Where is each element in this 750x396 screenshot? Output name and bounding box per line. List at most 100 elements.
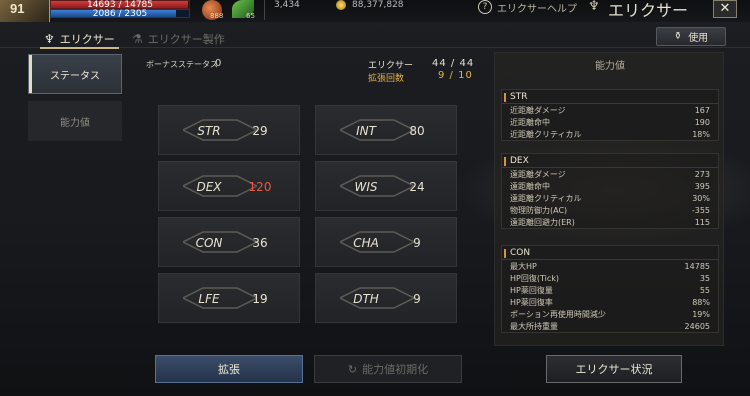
use-button[interactable]: ⚱ 使用 (656, 27, 726, 46)
stat-tile-con[interactable]: CON 36 (158, 217, 300, 267)
ability-label: 近距離命中 (510, 118, 550, 127)
ability-label: 近距離クリティカル (510, 130, 582, 139)
currency-amount: 88,377,828 (352, 0, 404, 10)
sidebar: ステータス 能力値 (28, 54, 122, 142)
sidebar-item-status[interactable]: ステータス (28, 54, 122, 94)
use-button-label: 使用 (688, 33, 709, 44)
ability-label: ポーション再使用時間減少 (510, 310, 606, 319)
mp-text: 2086 / 2305 (92, 9, 148, 19)
stat-name: DTH (353, 292, 379, 306)
stat-name: CHA (353, 236, 379, 250)
stat-value: 19 (252, 292, 268, 306)
status-button-label: エリクサー状況 (575, 363, 653, 376)
expand-button-label: 拡張 (218, 363, 240, 376)
bonus-status-value: 0 (215, 58, 222, 69)
ability-value: 395 (694, 182, 710, 191)
ability-value: -355 (691, 206, 710, 215)
ability-label: HP薬回復量 (510, 286, 553, 295)
tab-elixir-label: エリクサー (59, 33, 115, 46)
stat-value: 24 (409, 180, 425, 194)
expand-button[interactable]: 拡張 (155, 355, 303, 383)
elixir-status-button[interactable]: エリクサー状況 (546, 355, 682, 383)
ability-value: 190 (694, 118, 710, 127)
stat-value: 9 (413, 292, 421, 306)
header-divider (264, 0, 265, 20)
stat-tile-dth[interactable]: DTH 9 (315, 273, 457, 323)
ability-row: 遠距離ダメージ 273 (502, 169, 718, 180)
ability-row: 遠距離命中 395 (502, 181, 718, 192)
stat-name: WIS (354, 180, 378, 194)
ability-value: 273 (694, 170, 710, 179)
ability-value: 167 (694, 106, 710, 115)
tab-elixir-craft-label: エリクサー製作 (147, 33, 225, 46)
sidebar-item-label: 能力値 (60, 117, 90, 129)
stat-tile-wis[interactable]: WIS 24 (315, 161, 457, 211)
refresh-icon: ↻ (347, 362, 358, 376)
character-level: 91 (10, 1, 25, 16)
stat-tile-str[interactable]: STR 29 (158, 105, 300, 155)
expand-count-value: 9 / 10 (438, 70, 473, 81)
tab-elixir[interactable]: ♆ エリクサー (40, 30, 119, 49)
ability-group-con: CON 最大HP 14785 HP回復(Tick) 35 HP薬回復量 55 HP薬回… (501, 245, 719, 333)
ability-row: HP薬回復量 55 (502, 285, 718, 296)
ability-row: HP回復(Tick) 35 (502, 273, 718, 284)
ability-value: 55 (699, 286, 710, 295)
potion-count: 888 (210, 12, 224, 20)
ability-panel: 能力値 STR 近距離ダメージ 167 近距離命中 190 近距離クリティカル 18%… (494, 52, 724, 346)
ability-value: 35 (699, 274, 710, 283)
ability-value: 24605 (684, 322, 710, 331)
ability-label: 物理防御力(AC) (510, 206, 568, 215)
elixir-count-label: エリクサー (368, 61, 414, 71)
elixir-emblem-icon: ♆ (588, 0, 600, 14)
stat-name: CON (195, 236, 223, 250)
stat-value: 9 (413, 236, 421, 250)
stat-tile-lfe[interactable]: LFE 19 (158, 273, 300, 323)
ability-label: 遠距離クリティカル (510, 194, 582, 203)
ability-label: HP回復(Tick) (510, 274, 559, 283)
ability-group-heading: DEX (502, 154, 718, 168)
ability-value: 18% (692, 130, 710, 139)
question-circle-icon[interactable]: ? (478, 0, 492, 14)
ability-group-str: STR 近距離ダメージ 167 近距離命中 190 近距離クリティカル 18% (501, 89, 719, 141)
stat-name: STR (197, 124, 221, 138)
sidebar-item-label: ステータス (50, 70, 100, 82)
coin-icon (336, 0, 346, 10)
expand-count-label: 拡張回数 (368, 74, 405, 84)
stat-tile-int[interactable]: INT 80 (315, 105, 457, 155)
ability-label: 遠距離命中 (510, 182, 550, 191)
ability-group-dex: DEX 遠距離ダメージ 273 遠距離命中 395 遠距離クリティカル 30% 物理防… (501, 153, 719, 229)
ability-row: ポーション再使用時間減少 19% (502, 309, 718, 320)
ability-panel-title: 能力値 (595, 61, 625, 72)
ability-value: 30% (692, 194, 710, 203)
stat-value: 29 (252, 124, 268, 138)
ability-row: 最大所持重量 24605 (502, 321, 718, 332)
ability-row: 近距離クリティカル 18% (502, 129, 718, 140)
reset-button-label: 能力値初期化 (362, 363, 429, 376)
ability-value: 14785 (684, 262, 710, 271)
avatar[interactable]: 91 (0, 0, 50, 22)
ability-row: 遠距離クリティカル 30% (502, 193, 718, 204)
stat-tile-dex[interactable]: DEX 120 (158, 161, 300, 211)
ability-label: 最大HP (510, 262, 537, 271)
close-button[interactable]: ✕ (713, 0, 737, 18)
hp-bar: 14693 / 14785 (50, 0, 190, 10)
ability-group-heading: STR (502, 90, 718, 104)
reset-abilities-button[interactable]: ↻ 能力値初期化 (314, 355, 462, 383)
bonus-status-label: ボーナスステータス (146, 60, 218, 69)
help-link[interactable]: エリクサーヘルプ (497, 0, 577, 15)
elixir-use-icon: ⚱ (673, 31, 683, 42)
ability-row: HP薬回復率 88% (502, 297, 718, 308)
stat-value: 120 (248, 180, 272, 194)
screen-title: エリクサー (608, 1, 689, 20)
stat-tile-cha[interactable]: CHA 9 (315, 217, 457, 267)
sidebar-item-abilities[interactable]: 能力値 (28, 101, 122, 141)
stat-value: 36 (252, 236, 268, 250)
ability-row: 最大HP 14785 (502, 261, 718, 272)
tab-row: ♆ エリクサー ⚗ エリクサー製作 (0, 24, 750, 49)
ability-row: 近距離ダメージ 167 (502, 105, 718, 116)
ability-value: 88% (692, 298, 710, 307)
ability-row: 遠距離回避力(ER) 115 (502, 217, 718, 228)
tab-elixir-craft[interactable]: ⚗ エリクサー製作 (132, 30, 225, 48)
ability-group-heading: CON (502, 246, 718, 260)
ability-label: 最大所持重量 (510, 322, 558, 331)
